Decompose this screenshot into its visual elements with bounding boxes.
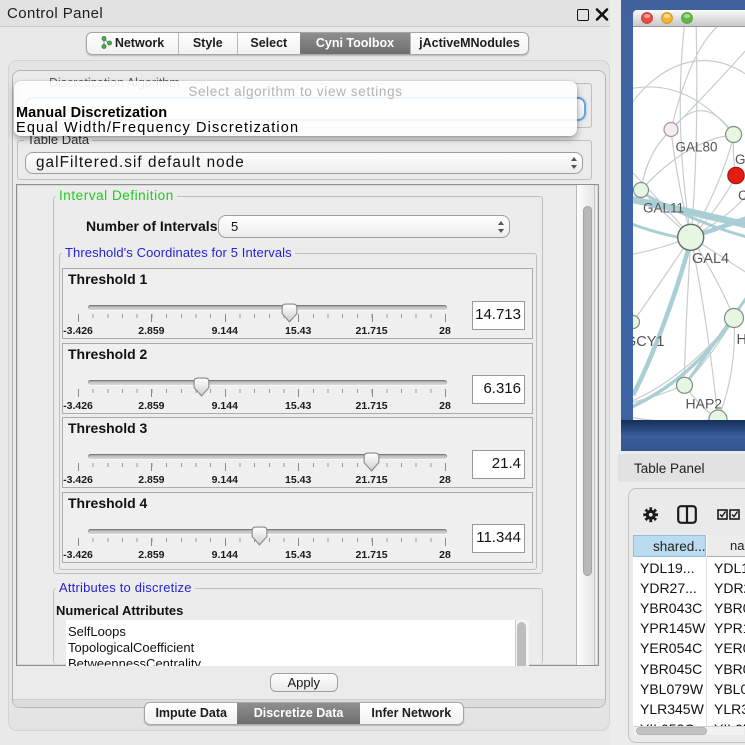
svg-text:GA: GA bbox=[735, 152, 745, 167]
svg-text:H: H bbox=[737, 332, 745, 348]
svg-text:C: C bbox=[738, 188, 745, 203]
svg-text:GAL80: GAL80 bbox=[676, 140, 718, 155]
svg-text:GAL11: GAL11 bbox=[643, 201, 684, 216]
svg-text:HAP2: HAP2 bbox=[686, 396, 723, 412]
svg-text:GAL4: GAL4 bbox=[692, 251, 729, 267]
svg-text:GCY1: GCY1 bbox=[633, 334, 665, 350]
